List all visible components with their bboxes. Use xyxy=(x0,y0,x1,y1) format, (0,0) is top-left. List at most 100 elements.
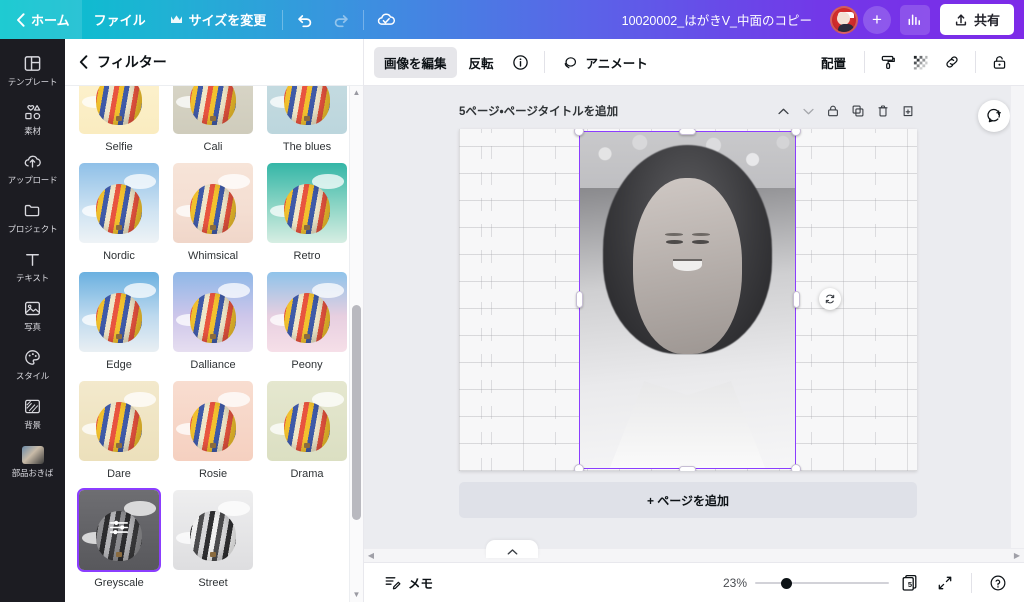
sidebar-item-styles[interactable]: スタイル xyxy=(2,341,63,388)
paint-roller-button[interactable] xyxy=(873,47,903,77)
filter-item[interactable]: Selfie xyxy=(77,86,161,153)
animate-button[interactable]: アニメート xyxy=(553,47,658,78)
undo-icon xyxy=(298,14,312,27)
zoom-slider[interactable] xyxy=(755,576,889,590)
sidebar-item-text[interactable]: テキスト xyxy=(2,243,63,290)
canvas-horizontal-scrollbar[interactable]: ◀ ▶ xyxy=(364,548,1024,562)
lock-page-button[interactable] xyxy=(822,100,844,122)
filter-item[interactable]: Dare xyxy=(77,379,161,480)
scroll-left-arrow[interactable]: ◀ xyxy=(364,551,378,560)
transparency-button[interactable] xyxy=(905,47,935,77)
balloon-preview-image xyxy=(79,272,159,352)
filter-item[interactable]: The blues xyxy=(265,86,349,153)
selected-photo-element[interactable] xyxy=(579,131,796,469)
resize-handle-bottom-center[interactable] xyxy=(679,466,696,471)
position-button[interactable]: 配置 xyxy=(811,47,856,78)
sidebar-item-templates[interactable]: テンプレート xyxy=(2,47,63,94)
add-page-after-button[interactable] xyxy=(897,100,919,122)
sidebar-item-photos[interactable]: 写真 xyxy=(2,292,63,339)
scroll-right-arrow[interactable]: ▶ xyxy=(1010,551,1024,560)
filter-label: Greyscale xyxy=(94,577,144,589)
canvas-area[interactable]: 5ページ・ページタイトルを追加 + ページを追加 xyxy=(364,86,1024,548)
balloon-preview-image xyxy=(79,163,159,243)
sidebar-item-projects[interactable]: プロジェクト xyxy=(2,194,63,241)
move-page-up-button[interactable] xyxy=(772,100,794,122)
filter-item[interactable]: Rosie xyxy=(171,379,255,480)
filter-thumbnail xyxy=(265,379,349,463)
adjust-sliders-icon xyxy=(108,517,130,544)
file-menu-button[interactable]: ファイル xyxy=(82,0,158,39)
link-button[interactable] xyxy=(937,47,967,77)
move-page-down-button[interactable] xyxy=(797,100,819,122)
filter-item[interactable]: Peony xyxy=(265,270,349,371)
filter-item[interactable]: Dalliance xyxy=(171,270,255,371)
filter-item[interactable]: Retro xyxy=(265,161,349,262)
resize-handle-middle-left[interactable] xyxy=(576,291,583,308)
canvas-vertical-scrollbar[interactable] xyxy=(1010,86,1024,548)
photo-smile xyxy=(673,259,702,272)
sidebar-item-label: 写真 xyxy=(24,322,41,332)
resize-handle-bottom-left[interactable] xyxy=(574,464,584,471)
custom-folder-thumb xyxy=(21,446,44,464)
filter-panel-scrollbar[interactable]: ▲ ▼ xyxy=(349,86,363,602)
page-panel-toggle[interactable] xyxy=(486,540,538,558)
link-icon xyxy=(946,56,958,68)
help-button[interactable] xyxy=(984,569,1012,597)
resize-label: サイズを変更 xyxy=(188,13,267,28)
autosave-status-button[interactable] xyxy=(370,4,402,36)
filter-item[interactable]: Greyscale xyxy=(77,488,161,589)
balloon-basket xyxy=(304,224,310,230)
filter-item[interactable]: Nordic xyxy=(77,161,161,262)
resize-handle-top-center[interactable] xyxy=(679,129,696,135)
rotate-handle[interactable] xyxy=(819,288,841,310)
canva-editor-window: ホーム ファイル サイズを変更 10020002_はがきV_中面のコピー + 共… xyxy=(0,0,1024,602)
resize-handle-middle-right[interactable] xyxy=(793,291,800,308)
scrollbar-track[interactable] xyxy=(350,100,363,588)
filter-item[interactable]: Cali xyxy=(171,86,255,153)
zoom-slider-thumb[interactable] xyxy=(781,577,792,589)
filter-panel-header: フィルター xyxy=(65,39,363,86)
duplicate-page-button[interactable] xyxy=(847,100,869,122)
scroll-up-arrow[interactable]: ▲ xyxy=(353,86,361,100)
hscroll-track[interactable] xyxy=(378,549,1010,562)
rotate-icon xyxy=(825,294,835,304)
notes-button[interactable]: メモ xyxy=(376,568,441,597)
photo-face xyxy=(633,178,742,355)
redo-button[interactable] xyxy=(325,4,357,36)
add-collaborator-button[interactable]: + xyxy=(862,5,891,34)
page-title[interactable]: 5ページ・ページタイトルを追加 xyxy=(459,103,618,119)
filter-item[interactable]: Edge xyxy=(77,270,161,371)
back-button[interactable] xyxy=(79,55,88,69)
analytics-button[interactable] xyxy=(899,4,930,35)
sidebar-item-parts-folder[interactable]: 部品おきば xyxy=(2,439,63,485)
delete-page-button[interactable] xyxy=(872,100,894,122)
page-canvas[interactable] xyxy=(459,129,917,471)
scroll-down-arrow[interactable]: ▼ xyxy=(353,588,361,602)
filter-item[interactable]: Whimsical xyxy=(171,161,255,262)
filter-label: Dalliance xyxy=(190,359,236,371)
sidebar-item-background[interactable]: 背景 xyxy=(2,390,63,437)
avatar[interactable] xyxy=(829,5,858,34)
home-button[interactable]: ホーム xyxy=(0,0,82,39)
share-button[interactable]: 共有 xyxy=(939,4,1014,35)
resize-button[interactable]: サイズを変更 xyxy=(158,0,279,39)
photo-eye-left xyxy=(665,239,684,244)
undo-button[interactable] xyxy=(289,4,321,36)
filter-item[interactable]: Street xyxy=(171,488,255,589)
chevron-up-icon xyxy=(777,108,789,114)
document-title[interactable]: 10020002_はがきV_中面のコピー xyxy=(616,6,818,33)
info-button[interactable] xyxy=(506,47,536,77)
flip-button[interactable]: 反転 xyxy=(459,47,504,78)
pages-button[interactable]: 5 xyxy=(897,570,923,596)
edit-image-button[interactable]: 画像を編集 xyxy=(374,46,457,78)
resize-handle-bottom-right[interactable] xyxy=(791,464,801,471)
sidebar-item-elements[interactable]: 素材 xyxy=(2,96,63,143)
filter-item[interactable]: Drama xyxy=(265,379,349,480)
scrollbar-thumb[interactable] xyxy=(352,304,361,520)
add-comment-button[interactable] xyxy=(978,100,1010,132)
filter-label: The blues xyxy=(282,141,332,153)
add-page-button[interactable]: + ページを追加 xyxy=(459,482,917,518)
sidebar-item-uploads[interactable]: アップロード xyxy=(2,145,63,192)
fullscreen-button[interactable] xyxy=(931,569,959,597)
lock-button[interactable] xyxy=(984,47,1014,77)
